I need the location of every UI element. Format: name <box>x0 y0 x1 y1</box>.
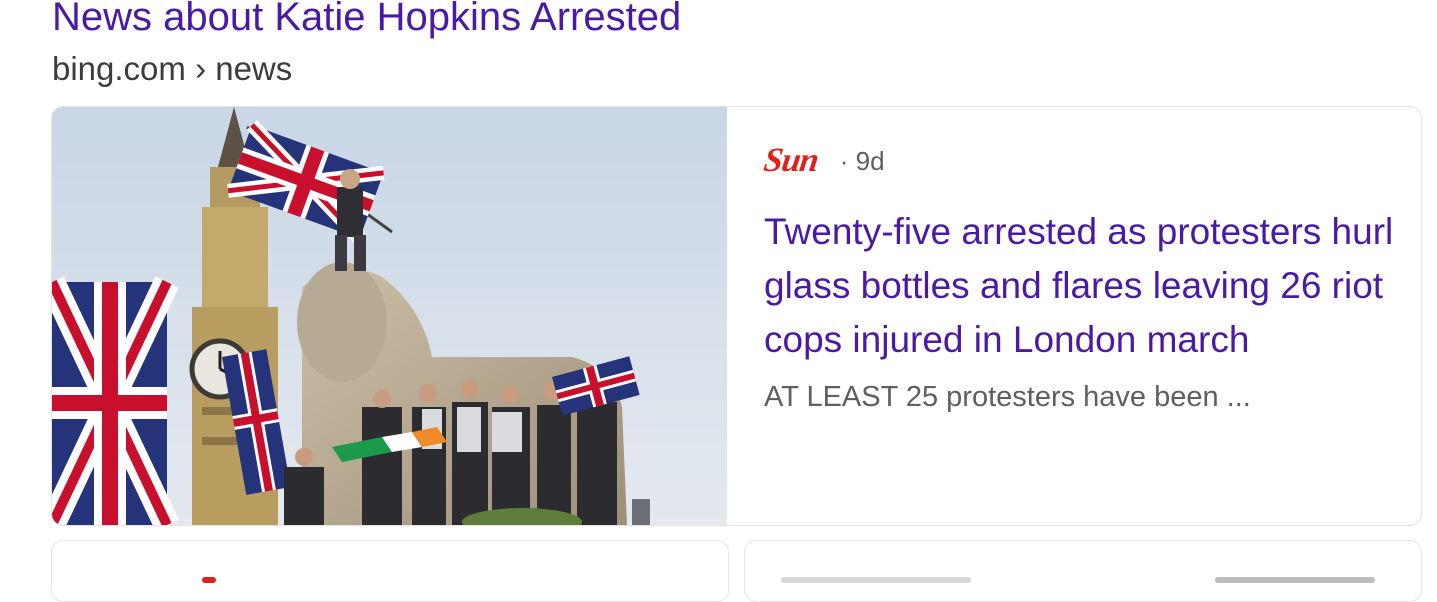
news-card-partial-right[interactable] <box>744 540 1422 602</box>
article-snippet: AT LEAST 25 protesters have been ... <box>764 381 1251 413</box>
sun-logo: Sun <box>761 142 821 179</box>
article-age: · 9d <box>839 146 885 176</box>
news-section-heading[interactable]: News about Katie Hopkins Arrested <box>52 0 681 40</box>
article-headline-link[interactable]: Twenty-five arrested as protesters hurl … <box>764 205 1394 367</box>
source-row: Sun · 9d <box>761 142 1394 179</box>
news-card-body: Sun · 9d Twenty-five arrested as protest… <box>761 142 1394 417</box>
protest-photo <box>52 107 727 525</box>
source-logo-fragment <box>202 577 216 583</box>
breadcrumb: bing.com › news <box>52 50 293 87</box>
source-logo-fragment <box>781 577 971 583</box>
news-card[interactable]: Sun · 9d Twenty-five arrested as protest… <box>51 106 1422 526</box>
thumbnail-fragment <box>1215 577 1375 583</box>
news-card-image[interactable] <box>52 107 727 525</box>
news-card-partial-left[interactable] <box>51 540 729 602</box>
